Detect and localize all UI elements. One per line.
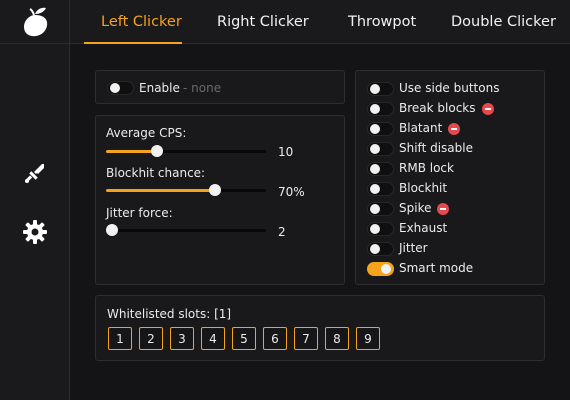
blockhit-toggle[interactable] xyxy=(367,182,394,196)
average-cps-label: Average CPS: xyxy=(106,126,187,140)
sidebar xyxy=(0,0,70,400)
break-blocks-label: Break blocks xyxy=(399,101,476,115)
use-side-buttons-toggle[interactable] xyxy=(367,82,394,96)
blockhit-chance-label: Blockhit chance: xyxy=(106,166,206,180)
slot-button-9[interactable]: 9 xyxy=(356,327,380,350)
average-cps-value: 10 xyxy=(278,145,294,159)
gear-icon xyxy=(23,220,47,244)
blockhit-chance-slider[interactable] xyxy=(106,184,266,196)
mango-icon xyxy=(24,7,48,36)
smart-mode-label: Smart mode xyxy=(399,261,474,275)
options-panel: Use side buttons Break blocks Blatant Shift… xyxy=(355,70,545,285)
warning-icon xyxy=(482,103,494,115)
enable-panel: Enable - none xyxy=(95,70,345,104)
use-side-buttons-label: Use side buttons xyxy=(399,81,500,95)
slider-thumb[interactable] xyxy=(151,145,164,157)
sword-icon xyxy=(25,164,44,183)
active-tab-indicator xyxy=(84,42,182,44)
shift-disable-label: Shift disable xyxy=(399,141,473,155)
rmb-lock-toggle[interactable] xyxy=(367,162,394,176)
blockhit-label: Blockhit xyxy=(399,181,448,195)
jitter-toggle[interactable] xyxy=(367,242,394,256)
tab-throwpot[interactable]: Throwpot xyxy=(348,0,416,44)
sidebar-item-combat[interactable] xyxy=(15,153,55,193)
spike-label: Spike xyxy=(399,201,432,215)
keybind-hint[interactable]: - none xyxy=(183,81,221,95)
slot-button-1[interactable]: 1 xyxy=(108,327,132,350)
jitter-force-slider[interactable] xyxy=(106,224,266,236)
average-cps-slider[interactable] xyxy=(106,145,266,157)
jitter-force-value: 2 xyxy=(278,225,286,239)
exhaust-toggle[interactable] xyxy=(367,222,394,236)
slider-thumb[interactable] xyxy=(106,224,118,236)
slot-button-4[interactable]: 4 xyxy=(201,327,225,350)
slot-button-7[interactable]: 7 xyxy=(294,327,318,350)
slider-thumb[interactable] xyxy=(208,184,221,196)
slot-button-2[interactable]: 2 xyxy=(139,327,163,350)
slot-button-6[interactable]: 6 xyxy=(263,327,287,350)
whitelist-label: Whitelisted slots: [1] xyxy=(107,307,232,321)
sliders-panel: Average CPS: 10 Blockhit chance: 70% Jit… xyxy=(95,115,345,285)
logo xyxy=(0,0,70,44)
sidebar-item-settings[interactable] xyxy=(15,212,55,252)
slot-button-8[interactable]: 8 xyxy=(325,327,349,350)
jitter-force-label: Jitter force: xyxy=(106,206,173,220)
blockhit-chance-value: 70% xyxy=(278,185,305,199)
rmb-lock-label: RMB lock xyxy=(399,161,454,175)
jitter-label: Jitter xyxy=(399,241,428,255)
spike-toggle[interactable] xyxy=(367,202,394,216)
tab-bar: Left Clicker Right Clicker Throwpot Doub… xyxy=(70,0,570,44)
tab-double-clicker[interactable]: Double Clicker xyxy=(451,0,556,44)
warning-icon xyxy=(437,203,449,215)
tab-left-clicker[interactable]: Left Clicker xyxy=(101,0,182,44)
enable-toggle[interactable] xyxy=(107,81,134,95)
smart-mode-toggle[interactable] xyxy=(367,262,394,276)
enable-label: Enable xyxy=(139,81,180,95)
blatant-toggle[interactable] xyxy=(367,122,394,136)
slot-button-3[interactable]: 3 xyxy=(170,327,194,350)
shift-disable-toggle[interactable] xyxy=(367,142,394,156)
break-blocks-toggle[interactable] xyxy=(367,102,394,116)
blatant-label: Blatant xyxy=(399,121,443,135)
warning-icon xyxy=(448,123,460,135)
tab-right-clicker[interactable]: Right Clicker xyxy=(217,0,309,44)
exhaust-label: Exhaust xyxy=(399,221,448,235)
slot-button-5[interactable]: 5 xyxy=(232,327,256,350)
